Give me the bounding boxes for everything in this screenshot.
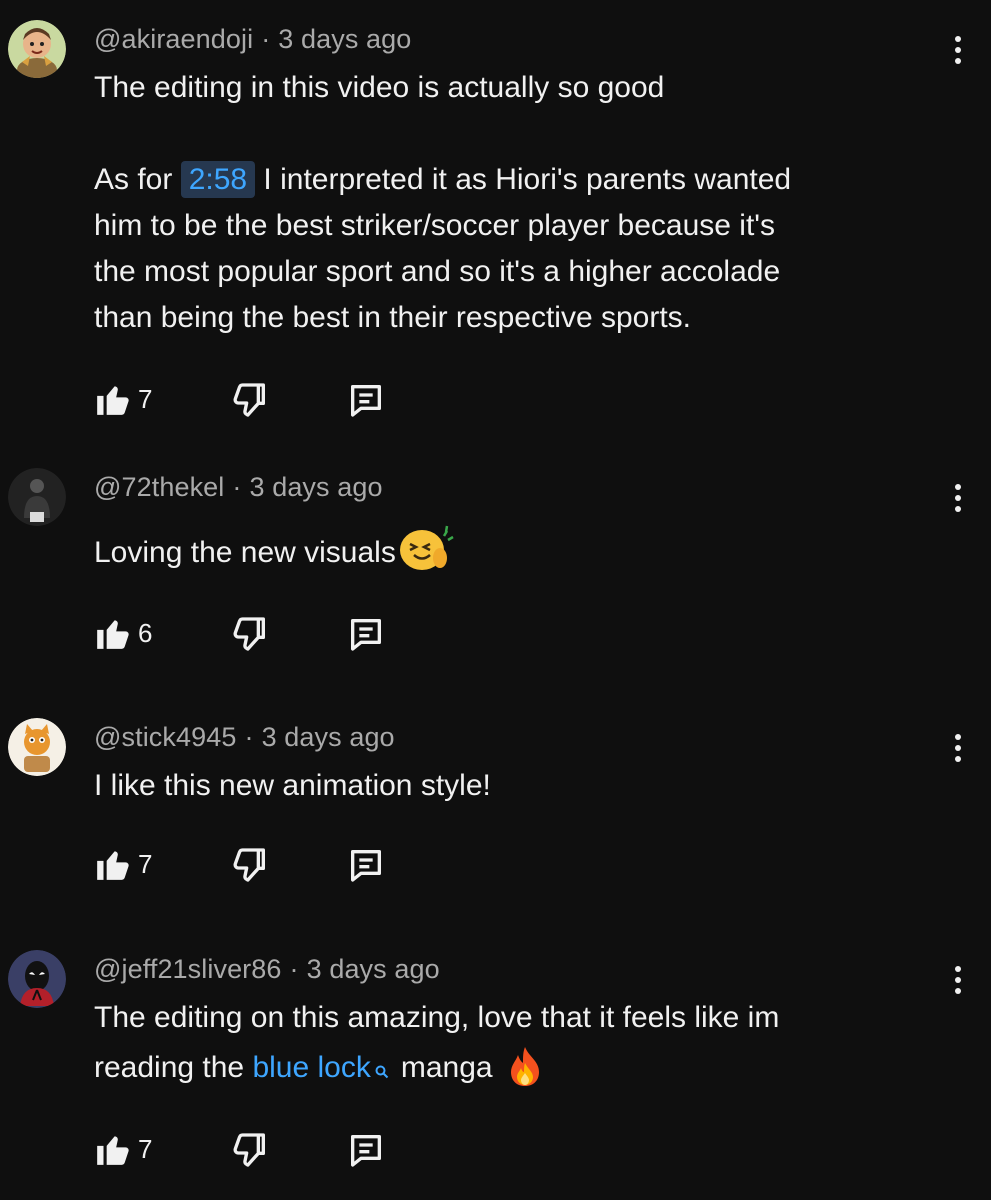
comment-line: the most popular sport and so it's a hig…: [94, 255, 781, 288]
comment-age: 3 days ago: [278, 24, 412, 54]
like-button[interactable]: 7: [94, 380, 152, 418]
more-options-icon[interactable]: [943, 728, 973, 768]
thumbs-up-icon: [97, 851, 129, 880]
spider-hero-avatar-icon: [8, 950, 66, 1008]
thumbs-up-icon: [97, 386, 129, 415]
thumbs-down-icon: [233, 848, 265, 882]
like-count: 7: [138, 1133, 153, 1164]
comment-line: The editing in this video is actually so…: [94, 71, 665, 104]
comment-text: The editing in this video is actually so…: [94, 65, 954, 341]
hugging-face-emoji-icon: [396, 522, 454, 586]
comment-line: The editing on this amazing, love that i…: [94, 1001, 780, 1034]
comment-text: I like this new animation style!: [94, 763, 954, 809]
dislike-button[interactable]: [230, 614, 270, 654]
search-icon: [375, 1047, 389, 1093]
reply-button[interactable]: [346, 380, 386, 420]
comment-actions: 7: [94, 1130, 414, 1170]
reply-button[interactable]: [346, 614, 386, 654]
comment-text: The editing on this amazing, love that i…: [94, 995, 954, 1101]
like-button[interactable]: 7: [94, 845, 152, 883]
comment-meta: @jeff21sliver86 · 3 days ago: [94, 954, 440, 985]
like-count: 7: [138, 383, 153, 414]
separator-dot: ·: [261, 24, 271, 54]
comment-age: 3 days ago: [249, 472, 383, 502]
cartoon-cat-avatar-icon: [8, 718, 66, 776]
comment-age: 3 days ago: [261, 722, 395, 752]
more-options-icon[interactable]: [943, 30, 973, 70]
dislike-button[interactable]: [230, 1130, 270, 1170]
reply-comment-icon: [351, 850, 381, 882]
author-handle[interactable]: @akiraendoji: [94, 24, 253, 54]
comment-meta: @akiraendoji · 3 days ago: [94, 24, 411, 55]
avatar[interactable]: [8, 718, 66, 776]
comment-age: 3 days ago: [306, 954, 440, 984]
thumbs-down-icon: [233, 383, 265, 417]
comment-meta: @stick4945 · 3 days ago: [94, 722, 395, 753]
avatar[interactable]: [8, 20, 66, 78]
author-handle[interactable]: @jeff21sliver86: [94, 954, 282, 984]
comment-line: reading the blue lock manga: [94, 1045, 954, 1101]
search-link[interactable]: blue lock: [252, 1051, 370, 1084]
author-handle[interactable]: @stick4945: [94, 722, 236, 752]
reply-comment-icon: [351, 1135, 381, 1167]
comment-actions: 7: [94, 380, 414, 420]
comment-text: Loving the new visuals: [94, 522, 954, 586]
reply-button[interactable]: [346, 1130, 386, 1170]
timestamp-link[interactable]: 2:58: [180, 161, 256, 198]
thumbs-up-icon: [97, 620, 129, 649]
comment-line: As for 2:58 I interpreted it as Hiori's …: [94, 161, 792, 198]
dark-photo-avatar-icon: [8, 468, 66, 526]
comment-meta: @72thekel · 3 days ago: [94, 472, 383, 503]
reply-comment-icon: [351, 619, 381, 651]
reply-comment-icon: [351, 385, 381, 417]
comment-line: I like this new animation style!: [94, 769, 491, 802]
like-count: 7: [138, 848, 153, 879]
dislike-button[interactable]: [230, 380, 270, 420]
like-button[interactable]: 6: [94, 614, 152, 652]
thumbs-up-icon: [97, 1136, 129, 1165]
comment-actions: 6: [94, 614, 414, 654]
separator-dot: ·: [244, 722, 254, 752]
fire-emoji-icon: [507, 1045, 543, 1101]
avatar[interactable]: [8, 950, 66, 1008]
comment-line: Loving the new visuals: [94, 522, 954, 586]
thumbs-down-icon: [233, 1133, 265, 1167]
cartoon-avatar-icon: [8, 20, 66, 78]
more-options-icon[interactable]: [943, 960, 973, 1000]
separator-dot: ·: [289, 954, 299, 984]
comment-line: than being the best in their respective …: [94, 301, 692, 334]
more-options-icon[interactable]: [943, 478, 973, 518]
separator-dot: ·: [232, 472, 242, 502]
thumbs-down-icon: [233, 617, 265, 651]
like-count: 6: [138, 617, 153, 648]
avatar[interactable]: [8, 468, 66, 526]
author-handle[interactable]: @72thekel: [94, 472, 224, 502]
like-button[interactable]: 7: [94, 1130, 152, 1168]
dislike-button[interactable]: [230, 845, 270, 885]
comment-actions: 7: [94, 845, 414, 885]
reply-button[interactable]: [346, 845, 386, 885]
comment-line: him to be the best striker/soccer player…: [94, 209, 776, 242]
